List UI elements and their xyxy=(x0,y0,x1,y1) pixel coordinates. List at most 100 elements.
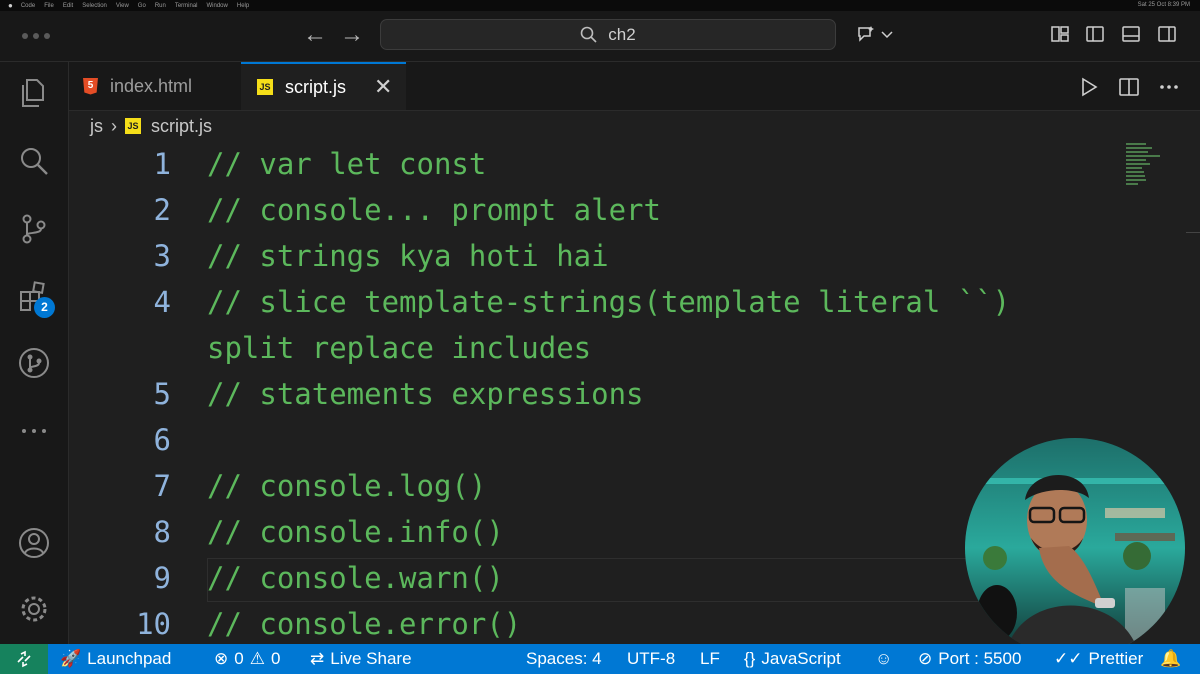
code-text[interactable]: // strings kya hoti hai xyxy=(207,239,609,273)
code-text[interactable]: split replace includes xyxy=(207,331,591,365)
live-share-item[interactable]: ⇄ Live Share xyxy=(310,644,412,674)
line-number: 10 xyxy=(136,607,171,641)
html5-file-icon: 5 xyxy=(83,77,98,95)
settings-gear-icon[interactable] xyxy=(17,592,51,626)
window-controls[interactable] xyxy=(22,33,50,39)
line-number: 8 xyxy=(153,515,171,549)
code-text[interactable]: // console.info() xyxy=(207,515,504,549)
menu-item-run[interactable]: Run xyxy=(155,3,166,9)
error-count: 0 xyxy=(234,649,244,668)
toggle-panel-icon[interactable] xyxy=(1121,24,1141,44)
breadcrumb: js › JS script.js xyxy=(90,114,212,138)
copilot-status-icon[interactable]: ☺ xyxy=(875,644,892,674)
language-mode-item[interactable]: {} JavaScript xyxy=(744,644,841,674)
presenter-image xyxy=(965,438,1185,658)
menu-item-code[interactable]: Code xyxy=(21,3,35,9)
explorer-icon[interactable] xyxy=(17,76,51,110)
launchpad-label: Launchpad xyxy=(87,649,172,668)
line-number: 7 xyxy=(153,469,171,503)
prettier-item[interactable]: ✓✓ Prettier xyxy=(1054,644,1143,674)
run-play-icon[interactable] xyxy=(1078,76,1100,98)
command-center-search[interactable]: ch2 xyxy=(380,19,836,50)
tab-index-html[interactable]: 5 index.html xyxy=(83,62,233,110)
more-views-icon[interactable] xyxy=(17,414,51,448)
tab-script-js[interactable]: JS script.js ✕ xyxy=(241,62,406,110)
chevron-right-icon: › xyxy=(111,115,117,136)
code-line: 1 // var let const xyxy=(69,141,1129,187)
code-line: 5 // statements expressions xyxy=(69,371,1129,417)
live-server-item[interactable]: ⊘ Port : 5500 xyxy=(918,644,1021,674)
line-number: 4 xyxy=(153,285,171,319)
code-text[interactable]: // slice template-strings(template liter… xyxy=(207,285,1010,319)
js-file-icon: JS xyxy=(125,118,141,134)
problems-item[interactable]: ⊗ 0 ⚠ 0 xyxy=(214,644,280,674)
live-share-label: Live Share xyxy=(330,649,412,668)
menu-item-edit[interactable]: Edit xyxy=(63,3,73,9)
code-line: 6 xyxy=(69,417,1129,463)
breadcrumb-folder[interactable]: js xyxy=(90,116,103,137)
menu-clock: Sat 25 Oct 8:39 PM xyxy=(1137,2,1190,8)
search-icon[interactable] xyxy=(17,144,51,178)
js-file-icon: JS xyxy=(257,79,273,95)
code-line: 10 // console.error() xyxy=(69,601,1129,644)
tab-label: index.html xyxy=(110,75,193,96)
accounts-icon[interactable] xyxy=(17,526,51,560)
search-icon xyxy=(580,26,597,43)
remote-icon xyxy=(17,650,31,668)
menu-item-window[interactable]: Window xyxy=(207,3,228,9)
remote-indicator[interactable] xyxy=(0,644,48,674)
code-text[interactable]: // console.error() xyxy=(207,607,521,641)
code-text[interactable]: // console.warn() xyxy=(207,561,504,595)
prettier-label: Prettier xyxy=(1088,649,1144,668)
vertical-scrollbar[interactable] xyxy=(1186,232,1200,233)
line-number: 6 xyxy=(153,423,171,457)
source-control-icon[interactable] xyxy=(17,212,51,246)
warning-count: 0 xyxy=(270,649,281,668)
language-label: JavaScript xyxy=(761,649,841,668)
code-text[interactable]: // console.log() xyxy=(207,469,486,503)
toggle-primary-sidebar-icon[interactable] xyxy=(1085,24,1105,44)
launchpad-item[interactable]: 🚀 Launchpad xyxy=(60,644,171,674)
back-arrow-icon[interactable]: ← xyxy=(303,23,327,47)
more-actions-icon[interactable] xyxy=(1158,76,1180,98)
code-line: 2 // console... prompt alert xyxy=(69,187,1129,233)
tab-label: script.js xyxy=(285,76,347,97)
run-debug-icon[interactable] xyxy=(17,346,51,380)
split-editor-icon[interactable] xyxy=(1118,76,1140,98)
menu-item-selection[interactable]: Selection xyxy=(82,3,107,9)
editor-actions xyxy=(1078,76,1180,98)
forward-arrow-icon[interactable]: → xyxy=(340,23,364,47)
breadcrumb-file[interactable]: script.js xyxy=(151,116,212,137)
copilot-icon[interactable] xyxy=(856,24,876,44)
search-text: ch2 xyxy=(608,24,636,44)
error-icon: ⊗ xyxy=(214,649,229,668)
code-text[interactable]: // var let const xyxy=(207,147,486,181)
close-icon[interactable]: ✕ xyxy=(374,74,392,100)
chevron-down-icon[interactable] xyxy=(880,24,894,44)
braces-icon: {} xyxy=(744,649,756,668)
code-text[interactable]: // console... prompt alert xyxy=(207,193,661,227)
editor-tabs: 5 index.html JS script.js ✕ xyxy=(69,62,1200,111)
encoding-item[interactable]: UTF-8 xyxy=(627,644,675,674)
menu-item-file[interactable]: File xyxy=(44,3,54,9)
code-text[interactable]: // statements expressions xyxy=(207,377,644,411)
presenter-webcam xyxy=(965,438,1185,658)
menu-item-help[interactable]: Help xyxy=(237,3,249,9)
toggle-secondary-sidebar-icon[interactable] xyxy=(1157,24,1177,44)
port-label: Port : 5500 xyxy=(938,649,1022,668)
apple-icon[interactable]: ● xyxy=(8,1,13,10)
layout-customize-icon[interactable] xyxy=(1050,24,1070,44)
menu-item-go[interactable]: Go xyxy=(138,3,146,9)
line-number: 2 xyxy=(153,193,171,227)
menu-item-terminal[interactable]: Terminal xyxy=(175,3,198,9)
line-number: 5 xyxy=(153,377,171,411)
title-bar: ← → ch2 xyxy=(0,11,1200,62)
eol-item[interactable]: LF xyxy=(700,644,720,674)
minimap[interactable] xyxy=(1126,143,1160,189)
code-line-wrapped: split replace includes xyxy=(69,325,1129,371)
menu-item-view[interactable]: View xyxy=(116,3,129,9)
indentation-item[interactable]: Spaces: 4 xyxy=(526,644,602,674)
live-share-icon: ⇄ xyxy=(310,649,325,668)
line-number: 1 xyxy=(153,147,171,181)
notifications-bell-icon[interactable]: 🔔 xyxy=(1160,644,1181,674)
